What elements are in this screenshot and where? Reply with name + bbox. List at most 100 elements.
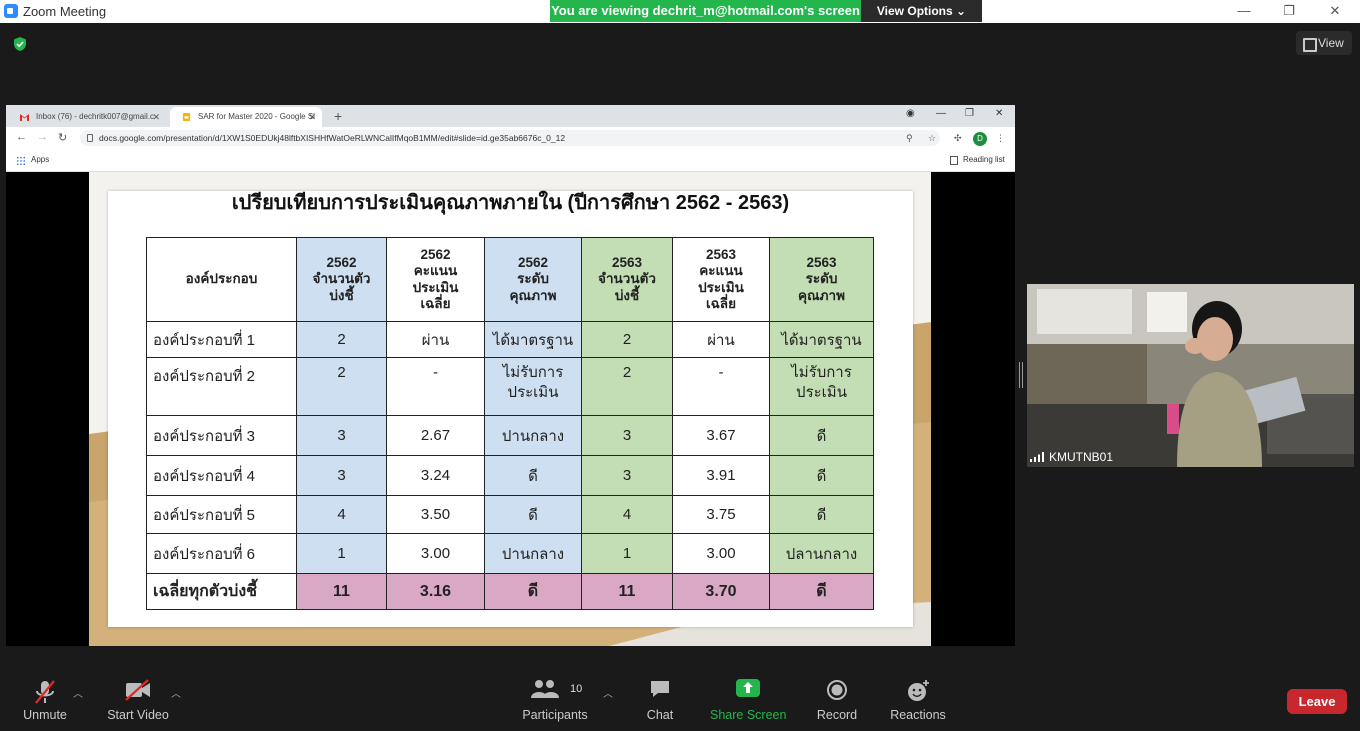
participant-video[interactable] bbox=[1027, 284, 1354, 467]
address-bar: ← → ↻ docs.google.com/presentation/d/1XW… bbox=[6, 127, 1015, 149]
microphone-muted-icon bbox=[35, 680, 55, 704]
participant-name-label: KMUTNB01 bbox=[1030, 450, 1113, 464]
table-header-cell: 2563 คะแนน ประเมิน เฉลี่ย bbox=[672, 237, 770, 322]
forward-arrow-icon[interactable]: → bbox=[37, 131, 48, 143]
slide-title: เปรียบเทียบการประเมินคุณภาพภายใน (ปีการศ… bbox=[231, 192, 790, 214]
header-line: คุณภาพ bbox=[798, 287, 845, 303]
row-label-cell: องค์ประกอบที่ 1 bbox=[146, 321, 297, 358]
extensions-icon[interactable]: ✣ bbox=[954, 133, 962, 144]
bookmark-star-icon[interactable]: ☆ bbox=[928, 133, 936, 144]
participant-video-image bbox=[1027, 284, 1354, 467]
participants-chevron-icon[interactable]: ︿ bbox=[603, 685, 613, 700]
close-tab-icon[interactable]: ✕ bbox=[308, 107, 316, 127]
tab-gmail[interactable]: Inbox (76) - dechritk007@gmail.c ✕ bbox=[8, 107, 166, 127]
table-cell: ไม่รับการประเมิน bbox=[484, 357, 582, 416]
close-button[interactable]: ✕ bbox=[1320, 2, 1350, 20]
tab-google-slides[interactable]: SAR for Master 2020 - Google Sl ✕ bbox=[170, 107, 322, 127]
shield-icon[interactable] bbox=[12, 36, 28, 52]
browser-minimize-button[interactable]: — bbox=[936, 108, 946, 119]
lock-icon[interactable] bbox=[87, 134, 93, 142]
view-button[interactable]: View bbox=[1296, 31, 1352, 55]
browser-menu-icon[interactable]: ⋮ bbox=[996, 133, 1005, 144]
table-row: องค์ประกอบที่ 2 2- ไม่รับการประเมิน 2- ไม่รั… bbox=[146, 357, 874, 416]
header-line: ประเมิน bbox=[698, 279, 744, 295]
maximize-button[interactable]: ❐ bbox=[1274, 2, 1304, 20]
total-label-cell: เฉลี่ยทุกตัวบ่งชี้ bbox=[146, 573, 297, 610]
table-header-cell: 2562 จำนวนตัว บ่งชี้ bbox=[296, 237, 387, 322]
table-cell: ดี bbox=[769, 495, 874, 534]
table-cell: 3 bbox=[296, 455, 387, 496]
zoom-magnifier-icon[interactable]: ⚲ bbox=[906, 133, 913, 144]
view-options-button[interactable]: View Options ⌄ bbox=[861, 0, 982, 22]
table-cell: ผ่าน bbox=[672, 321, 770, 358]
gmail-icon bbox=[20, 114, 29, 121]
table-cell: 4 bbox=[581, 495, 673, 534]
reading-list-button[interactable]: Reading list bbox=[963, 155, 1005, 164]
row-label-cell: องค์ประกอบที่ 3 bbox=[146, 415, 297, 456]
profile-avatar[interactable]: D bbox=[973, 132, 987, 146]
table-row: องค์ประกอบที่ 1 2 ผ่าน ได้มาตรฐาน 2 ผ่าน ได้มา… bbox=[146, 321, 874, 358]
browser-close-button[interactable]: ✕ bbox=[995, 108, 1003, 119]
start-video-button[interactable]: Start Video bbox=[103, 646, 173, 731]
table-cell: - bbox=[672, 357, 770, 416]
table-cell: 4 bbox=[296, 495, 387, 534]
url-input[interactable]: docs.google.com/presentation/d/1XW1S0EDU… bbox=[80, 130, 940, 146]
table-total-row: เฉลี่ยทุกตัวบ่งชี้ 11 3.16 ดี 11 3.70 ดี bbox=[146, 573, 874, 610]
table-header-cell: 2563 ระดับ คุณภาพ bbox=[769, 237, 874, 322]
participants-icon bbox=[530, 680, 559, 698]
apps-grid-icon[interactable] bbox=[16, 156, 26, 166]
table-cell: 3.75 bbox=[672, 495, 770, 534]
row-label-cell: องค์ประกอบที่ 6 bbox=[146, 533, 297, 574]
share-screen-button[interactable]: Share Screen bbox=[710, 646, 786, 731]
participants-button[interactable]: 10 Participants bbox=[518, 646, 592, 731]
leave-button[interactable]: Leave bbox=[1287, 689, 1347, 714]
chat-button[interactable]: Chat bbox=[636, 646, 684, 731]
header-line: ระดับ bbox=[805, 271, 838, 287]
table-cell: 2 bbox=[296, 357, 387, 416]
signal-strength-icon bbox=[1030, 452, 1044, 462]
apps-bookmark[interactable]: Apps bbox=[31, 155, 49, 164]
table-cell: ดี bbox=[484, 495, 582, 534]
slide-presentation-area: เปรียบเทียบการประเมินคุณภาพภายใน (ปีการศ… bbox=[6, 172, 1015, 646]
record-icon bbox=[827, 680, 847, 700]
audio-options-chevron-icon[interactable]: ︿ bbox=[73, 685, 83, 700]
share-screen-label: Share Screen bbox=[710, 708, 787, 722]
header-line: องค์ประกอบ bbox=[185, 271, 258, 287]
reading-list-icon[interactable] bbox=[950, 156, 958, 165]
table-cell: 1 bbox=[296, 533, 387, 574]
close-tab-icon[interactable]: ✕ bbox=[152, 107, 160, 127]
total-cell: 11 bbox=[296, 573, 387, 610]
minimize-button[interactable]: — bbox=[1229, 2, 1259, 20]
row-label-cell: องค์ประกอบที่ 2 bbox=[146, 357, 297, 416]
unmute-button[interactable]: Unmute bbox=[15, 646, 75, 731]
back-arrow-icon[interactable]: ← bbox=[16, 131, 27, 143]
header-line: 2562 bbox=[517, 254, 549, 270]
header-line: คุณภาพ bbox=[509, 287, 557, 303]
table-cell: ดี bbox=[769, 415, 874, 456]
header-line: ประเมิน bbox=[412, 279, 459, 295]
video-options-chevron-icon[interactable]: ︿ bbox=[171, 685, 181, 700]
table-header-cell: 2562 ระดับ คุณภาพ bbox=[484, 237, 582, 322]
table-cell: 2 bbox=[581, 357, 673, 416]
browser-maximize-button[interactable]: ❐ bbox=[965, 108, 974, 119]
reload-icon[interactable]: ↻ bbox=[58, 131, 67, 144]
table-cell: 2 bbox=[581, 321, 673, 358]
new-tab-button[interactable]: + bbox=[334, 108, 342, 124]
reactions-button[interactable]: Reactions bbox=[887, 646, 949, 731]
unmute-label: Unmute bbox=[23, 708, 67, 722]
header-line: 2563 bbox=[611, 254, 643, 270]
table-row: องค์ประกอบที่ 5 4 3.50 ดี 4 3.75 ดี bbox=[146, 495, 874, 534]
table-cell: ปานกลาง bbox=[484, 415, 582, 456]
table-cell: ปลานกลาง bbox=[769, 533, 874, 574]
slide: เปรียบเทียบการประเมินคุณภาพภายใน (ปีการศ… bbox=[89, 172, 931, 646]
table-cell: ดี bbox=[769, 455, 874, 496]
header-line: 2563 bbox=[705, 246, 737, 262]
slides-icon bbox=[182, 113, 191, 121]
table-cell: ได้มาตรฐาน bbox=[484, 321, 582, 358]
participants-count: 10 bbox=[570, 683, 583, 695]
table-cell: 3 bbox=[581, 415, 673, 456]
split-view-handle[interactable] bbox=[1019, 362, 1023, 388]
tab-search-icon[interactable]: ◉ bbox=[906, 108, 915, 119]
record-button[interactable]: Record bbox=[812, 646, 862, 731]
table-cell: 3 bbox=[296, 415, 387, 456]
